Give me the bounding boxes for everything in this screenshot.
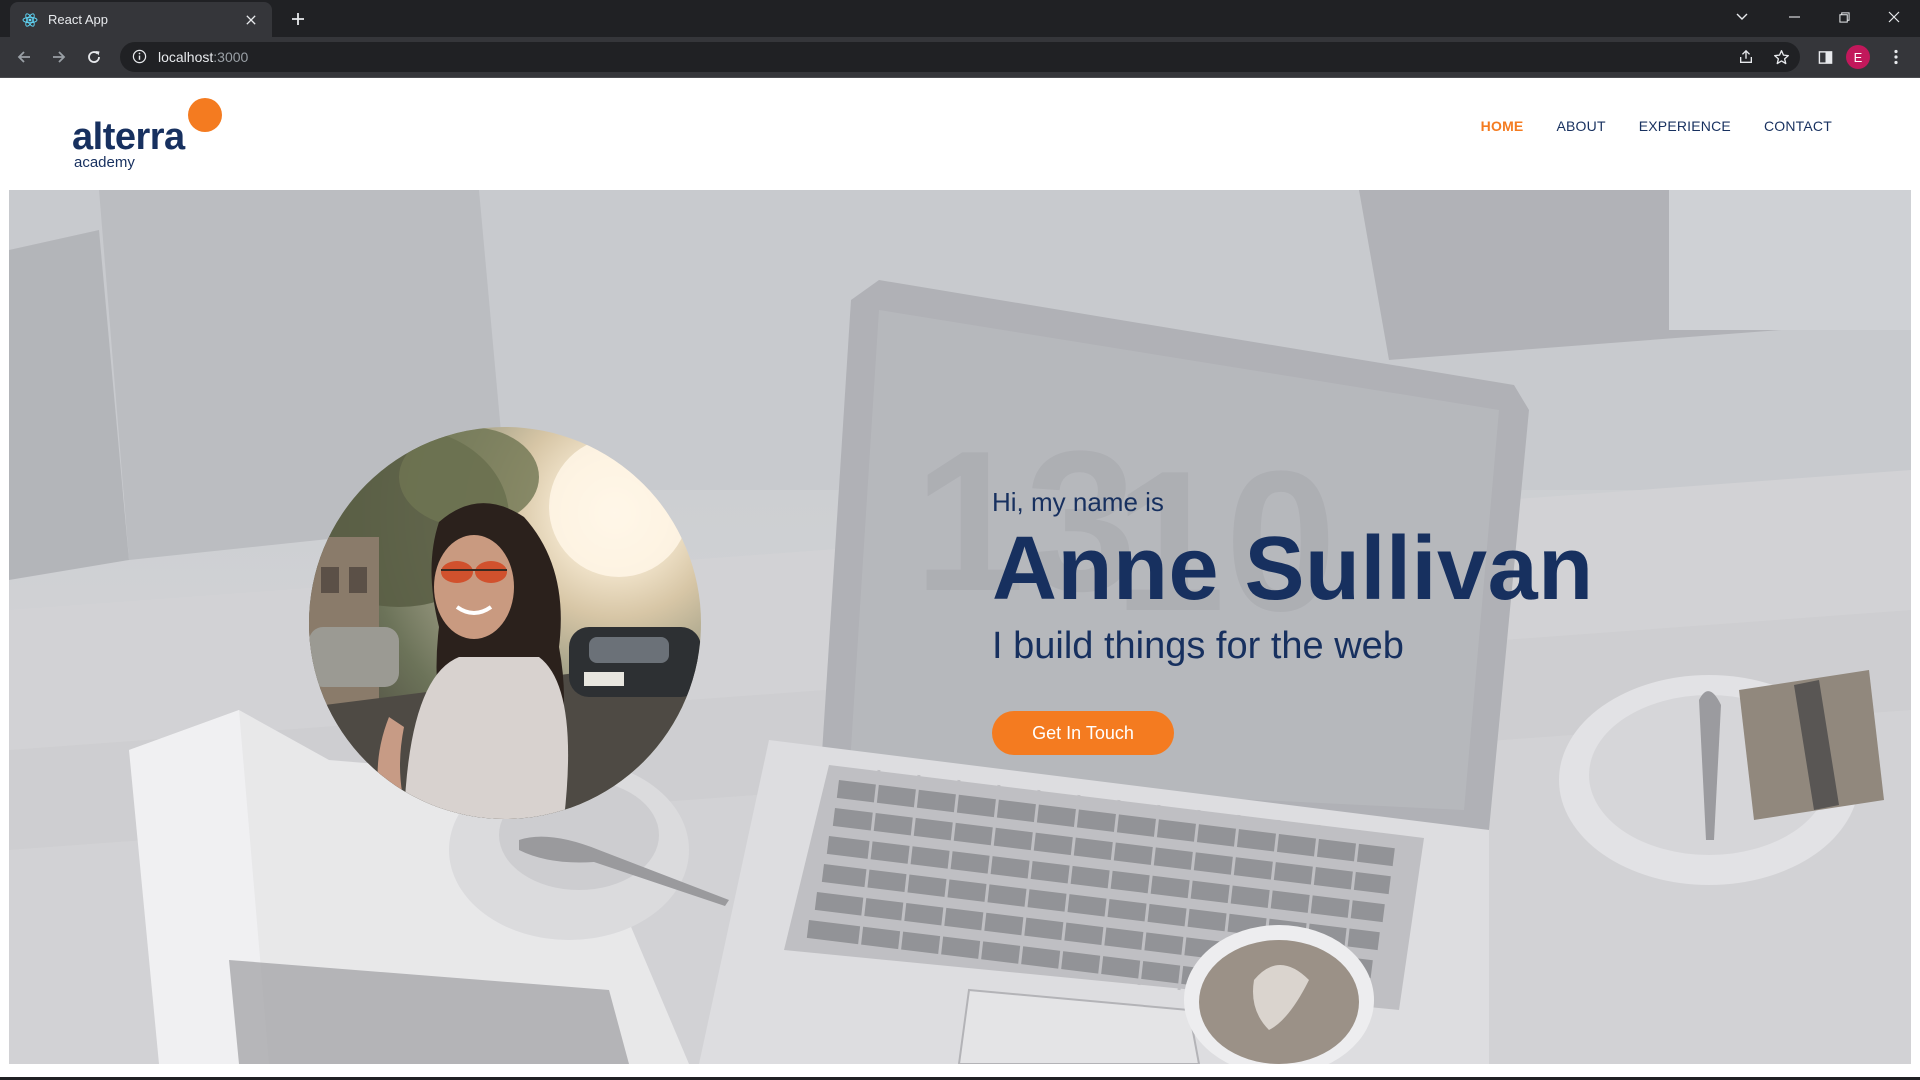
profile-avatar[interactable]: E [1846,45,1870,69]
site-header: alterra academy HOME ABOUT EXPERIENCE CO… [0,78,1920,190]
restore-icon[interactable] [1820,0,1868,34]
browser-tab[interactable]: React App [10,2,272,37]
browser-toolbar: localhost:3000 E [0,37,1920,77]
new-tab-plus-icon[interactable] [285,6,311,32]
side-panel-icon[interactable] [1810,42,1840,72]
react-favicon-icon [22,12,38,28]
logo-orange-dot [188,98,222,132]
close-window-icon[interactable] [1870,0,1918,34]
web-page: alterra academy HOME ABOUT EXPERIENCE CO… [0,78,1920,1080]
hero-name: Anne Sullivan [992,519,1594,619]
logo-subtitle: academy [74,154,135,171]
main-nav: HOME ABOUT EXPERIENCE CONTACT [1481,118,1832,134]
browser-tab-strip: React App [0,0,1920,37]
star-icon[interactable] [1766,42,1796,72]
get-in-touch-button[interactable]: Get In Touch [992,711,1174,755]
forward-arrow-icon[interactable] [45,43,73,71]
tab-search-chevron-down-icon[interactable] [1718,0,1766,34]
nav-experience[interactable]: EXPERIENCE [1639,118,1731,134]
info-icon[interactable] [132,49,148,65]
alterra-academy-logo[interactable]: alterra academy [72,98,232,178]
hero-section: 13 10 Hi, my name is Anne Sullivan I bui… [9,190,1911,1064]
nav-about[interactable]: ABOUT [1556,118,1605,134]
more-vert-icon[interactable] [1881,42,1911,72]
nav-contact[interactable]: CONTACT [1764,118,1832,134]
close-tab-icon[interactable] [240,9,262,31]
url-host: localhost [158,49,214,65]
nav-home[interactable]: HOME [1481,118,1524,134]
address-bar[interactable]: localhost:3000 [120,42,1800,72]
logo-wordmark: alterra [72,116,185,158]
share-icon[interactable] [1731,42,1761,72]
profile-photo [309,427,701,819]
profile-photo-illustration [309,427,701,819]
minimize-icon[interactable] [1770,0,1818,34]
tab-title: React App [48,12,108,27]
hero-intro: Hi, my name is Anne Sullivan I build thi… [992,487,1852,668]
reload-icon[interactable] [80,43,108,71]
back-arrow-icon[interactable] [10,43,38,71]
hero-greeting: Hi, my name is [992,487,1164,517]
hero-tagline: I build things for the web [992,625,1404,667]
url-port: :3000 [213,49,249,65]
